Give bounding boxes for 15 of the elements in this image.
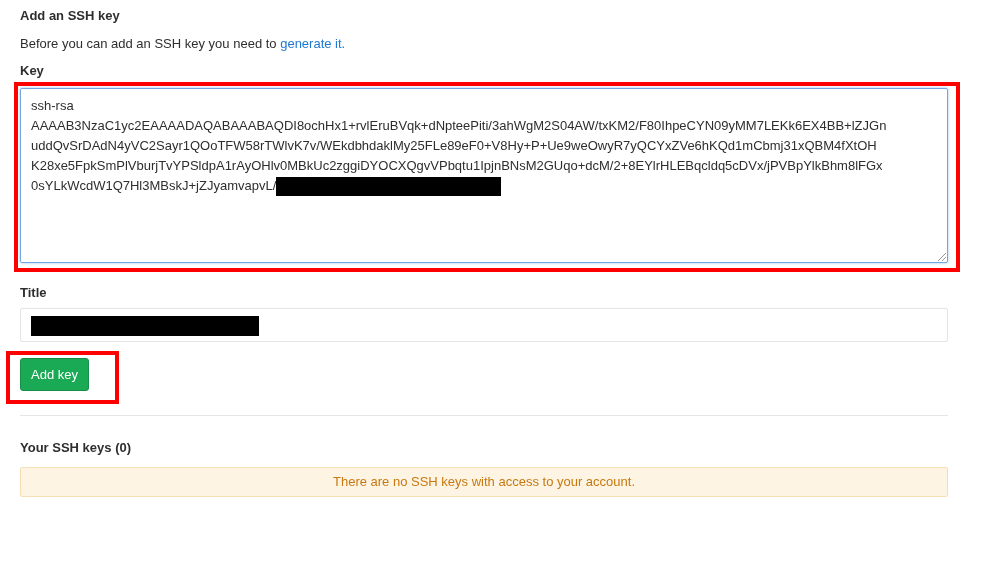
key-text-line: 0sYLkWcdW1Q7Hl3MBskJ+jZJyamvapvL/	[31, 177, 277, 195]
key-text-line: ssh-rsa	[31, 97, 74, 115]
section-heading: Your SSH keys (0)	[20, 440, 133, 456]
title-input[interactable]	[20, 308, 948, 342]
resize-grip-icon	[938, 253, 946, 261]
empty-notice: There are no SSH keys with access to your account.	[20, 467, 948, 497]
key-text-line: K28xe5FpkSmPlVburjTvYPSldpA1rAyOHlv0MBkUc2zggiDYOCXQgvVPbqtu1IpjnBNsM2GUqo+dcM/2+8EYlrHLEBqcldq5cDVx/jPVBpYlkBhm8lFGx	[31, 157, 883, 175]
generate-link[interactable]: generate it.	[280, 36, 346, 51]
intro-text: Before you can add an SSH key you need to generate it.	[20, 35, 347, 53]
key-text-line: uddQvSrDAdN4yVC2Sayr1QOoTFW58rTWlvK7v/WEkdbhdaklMy25FLe89eF0+V8Hy+P+Ue9weOwyR7yQCYxZVe6hKQd1mCbmj31xQBM4fXtOH	[31, 137, 877, 155]
field-label: Title	[20, 285, 47, 301]
field-label: Key	[20, 63, 44, 79]
section-heading: Add an SSH key	[20, 7, 121, 25]
add-key-button[interactable]: Add key	[20, 358, 89, 391]
key-text-line: AAAAB3NzaC1yc2EAAAADAQABAAABAQDI8ochHx1+rvlEruBVqk+dNpteePiti/3ahWgM2S04AW/txKM2/F80IhpeCYN09yMM7LEKk6EX4BB+lZJGn	[31, 117, 887, 135]
